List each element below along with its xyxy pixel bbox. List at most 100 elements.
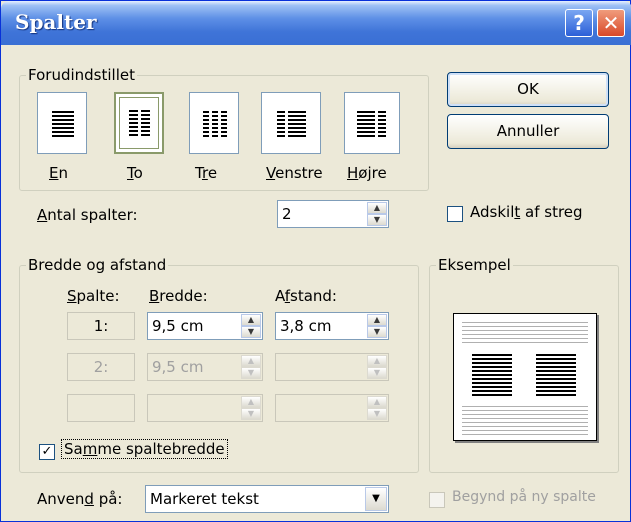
separator-label[interactable]: Adskilt af streg [470,203,583,221]
spacing-input-1[interactable]: 3,8 cm ▲ ▼ [275,312,389,340]
column-header: Spalte: [67,287,120,305]
preview-column-right [536,354,576,398]
help-button[interactable]: ? [565,9,593,37]
title-bar[interactable]: Spalter ? ✕ [1,1,631,45]
preset-label-left-rest: enstre [275,164,323,182]
preset-three[interactable] [189,92,239,154]
spacing-input-3[interactable]: ▲ ▼ [275,394,389,422]
right-column-icon [378,111,386,137]
preset-label-one[interactable]: En [49,164,68,182]
preview-column-left [472,354,512,398]
width-input-2[interactable]: 9,5 cm ▲ ▼ [147,353,263,381]
spin-down-icon[interactable]: ▼ [367,326,387,338]
presets-legend: Forudindstillet [26,66,137,84]
spin-down-icon[interactable]: ▼ [367,367,387,379]
preset-label-three[interactable]: Tre [195,164,217,182]
new-column-checkbox[interactable] [429,492,445,508]
new-column-label[interactable]: Begynd på ny spalte [452,489,596,505]
preset-label-three-rest: e [207,164,218,182]
width-input-3[interactable]: ▲ ▼ [147,394,263,422]
apply-to-label-post: på: [93,490,123,508]
left-column-icon [277,111,285,137]
apply-to-label-pre: Anven [37,490,85,508]
same-width-checkbox[interactable]: ✓ [39,444,55,460]
column-number-3 [67,394,135,422]
width-header-rest: redde: [159,287,208,305]
spin-up-icon[interactable]: ▲ [241,355,261,367]
width-value-2: 9,5 cm [152,358,204,376]
columns-count-value: 2 [282,205,292,223]
column-number-1: 1: [67,312,135,340]
width-spinner-1[interactable]: ▲ ▼ [241,314,261,338]
spin-up-icon[interactable]: ▲ [367,396,387,408]
spin-down-icon[interactable]: ▼ [241,367,261,379]
spacing-header: Afstand: [275,287,337,305]
right-column-icon-wide [357,111,375,137]
columns-count-label-rest: ntal spalter: [47,206,138,224]
width-header: Bredde: [149,287,208,305]
preview-lines-bottom [462,406,588,436]
three-columns-icon-right [221,111,227,137]
columns-count-label: Antal spalter: [37,206,138,224]
preview-page [453,313,597,441]
width-input-1[interactable]: 9,5 cm ▲ ▼ [147,312,263,340]
apply-to-dropdown[interactable]: Markeret tekst ▼ [145,485,389,513]
same-width-label-post: me spaltebredde [97,440,225,458]
spin-up-icon[interactable]: ▲ [367,202,387,214]
dialog-title: Spalter [15,10,97,34]
same-width-label[interactable]: Samme spaltebredde [61,439,228,459]
spin-down-icon[interactable]: ▼ [241,408,261,420]
width-spinner-2[interactable]: ▲ ▼ [241,355,261,379]
three-columns-icon-mid [212,111,218,137]
spin-up-icon[interactable]: ▲ [241,314,261,326]
columns-dialog: Spalter ? ✕ Forudindstillet En To Tre Ve… [0,0,631,522]
spin-down-icon[interactable]: ▼ [241,326,261,338]
spacing-header-pre: A [275,287,285,305]
close-button[interactable]: ✕ [597,9,625,37]
preview-legend: Eksempel [436,256,513,274]
column-number-2: 2: [67,353,135,381]
one-column-icon [52,111,74,137]
spacing-spinner-3[interactable]: ▲ ▼ [367,396,387,420]
ok-button[interactable]: OK [447,72,609,107]
spacing-input-2[interactable]: ▲ ▼ [275,353,389,381]
columns-count-spinner[interactable]: ▲ ▼ [367,202,387,226]
spacing-spinner-1[interactable]: ▲ ▼ [367,314,387,338]
spin-up-icon[interactable]: ▲ [241,396,261,408]
two-columns-icon-right [141,110,150,136]
preset-one[interactable] [37,92,87,154]
preset-label-two-rest: o [133,164,143,182]
preset-right[interactable] [344,92,400,154]
column-header-rest: palte: [76,287,120,305]
chevron-down-icon[interactable]: ▼ [365,487,387,511]
separator-label-pre: Adskil [470,203,515,221]
spacing-header-rest: stand: [290,287,337,305]
preset-two[interactable] [114,92,164,154]
three-columns-icon [203,111,209,137]
spacing-value-1: 3,8 cm [280,317,332,335]
width-spacing-legend: Bredde og afstand [26,256,169,274]
apply-to-label: Anvend på: [37,490,123,508]
preset-label-two[interactable]: To [127,164,143,182]
spin-up-icon[interactable]: ▲ [367,314,387,326]
width-value-1: 9,5 cm [152,317,204,335]
spin-down-icon[interactable]: ▼ [367,214,387,226]
width-spinner-3[interactable]: ▲ ▼ [241,396,261,420]
preset-label-right-rest: øjre [358,164,387,182]
spacing-spinner-2[interactable]: ▲ ▼ [367,355,387,379]
preview-lines-top [462,322,588,346]
cancel-button[interactable]: Annuller [447,114,609,149]
separator-label-post: af streg [520,203,583,221]
preset-left[interactable] [261,92,321,154]
preset-label-one-rest: n [58,164,68,182]
separator-checkbox[interactable] [447,206,463,222]
spin-up-icon[interactable]: ▲ [367,355,387,367]
same-width-label-pre: Sa [64,440,83,458]
preset-label-right[interactable]: Højre [347,164,387,182]
left-column-icon-wide [288,111,306,137]
apply-to-value: Markeret tekst [150,490,259,508]
two-columns-icon [129,110,138,136]
spin-down-icon[interactable]: ▼ [367,408,387,420]
preset-label-left[interactable]: Venstre [266,164,323,182]
columns-count-input[interactable]: 2 ▲ ▼ [277,200,389,228]
